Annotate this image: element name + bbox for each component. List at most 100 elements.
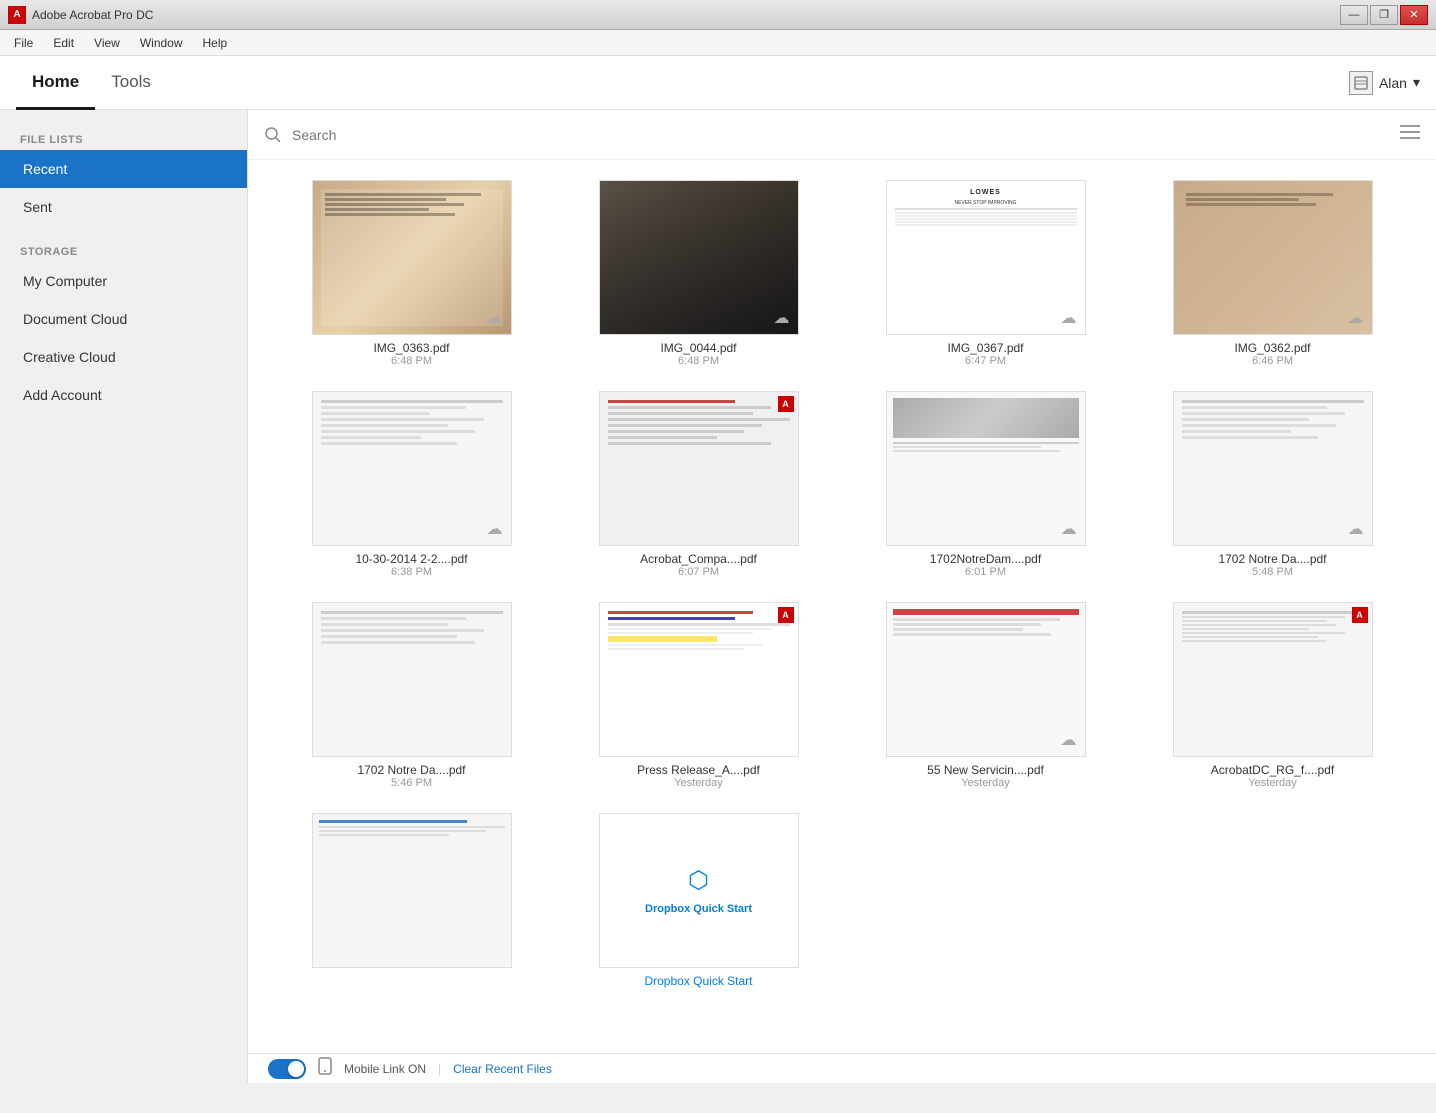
file-name: 1702NotreDam....pdf — [930, 552, 1041, 566]
close-button[interactable]: ✕ — [1400, 5, 1428, 25]
list-view-icon[interactable] — [1400, 124, 1420, 145]
sidebar-item-document-cloud[interactable]: Document Cloud — [0, 300, 247, 338]
sidebar-item-creative-cloud[interactable]: Creative Cloud — [0, 338, 247, 376]
user-icon — [1349, 71, 1373, 95]
clear-recent-files-link[interactable]: Clear Recent Files — [453, 1062, 552, 1076]
file-grid: ☁ IMG_0363.pdf 6:48 PM ☁ IMG_0044.pdf 6:… — [248, 160, 1436, 1053]
file-time: 5:48 PM — [1252, 566, 1293, 578]
searchbar — [248, 110, 1436, 160]
menu-view[interactable]: View — [84, 32, 130, 54]
separator: | — [438, 1062, 441, 1076]
file-item[interactable]: ⬡ Dropbox Quick Start Dropbox Quick Star… — [565, 813, 832, 988]
mobile-icon — [318, 1057, 332, 1080]
cloud-icon: ☁ — [487, 308, 503, 328]
file-thumbnail: ☁ — [312, 180, 512, 335]
search-icon — [264, 126, 282, 144]
file-time: 6:47 PM — [965, 355, 1006, 367]
user-chevron: ▾ — [1413, 74, 1420, 91]
file-thumbnail: A — [599, 391, 799, 546]
sidebar-item-add-account[interactable]: Add Account — [0, 376, 247, 414]
mobile-link-label: Mobile Link ON — [344, 1062, 426, 1076]
file-time: 6:48 PM — [391, 355, 432, 367]
tab-tools[interactable]: Tools — [95, 56, 167, 110]
file-time: 6:46 PM — [1252, 355, 1293, 367]
navbar: Home Tools Alan ▾ — [0, 56, 1436, 110]
file-item[interactable]: A Acrobat_Compa....pdf — [565, 391, 832, 578]
file-name: 1702 Notre Da....pdf — [1218, 552, 1326, 566]
navbar-right: Alan ▾ — [1349, 56, 1420, 109]
file-time: Yesterday — [1248, 777, 1297, 789]
cloud-icon: ☁ — [1348, 308, 1364, 328]
sidebar-item-recent[interactable]: Recent — [0, 150, 247, 188]
app-icon: A — [8, 6, 26, 24]
file-item[interactable]: LOWES NEVER STOP IMPROVING ☁ IMG_0367.pd… — [852, 180, 1119, 367]
sidebar-item-my-computer[interactable]: My Computer — [0, 262, 247, 300]
user-menu[interactable]: Alan ▾ — [1349, 71, 1420, 95]
mobile-link-toggle[interactable] — [268, 1059, 306, 1079]
file-thumbnail: ☁ — [599, 180, 799, 335]
file-item[interactable]: A AcrobatDC_RG_f....pdf — [1139, 602, 1406, 789]
file-item[interactable]: ☁ 10-30-2014 2-2....pdf 6:38 PM — [278, 391, 545, 578]
file-name: 1702 Notre Da....pdf — [357, 763, 465, 777]
cloud-icon: ☁ — [1348, 519, 1364, 539]
restore-button[interactable]: ❐ — [1370, 5, 1398, 25]
file-time: 6:48 PM — [678, 355, 719, 367]
file-thumbnail: A — [1173, 602, 1373, 757]
cloud-icon: ☁ — [1061, 730, 1077, 750]
file-name: IMG_0362.pdf — [1234, 341, 1310, 355]
cloud-icon: ☁ — [1061, 519, 1077, 539]
app-icon-letter: A — [13, 9, 20, 20]
tab-home[interactable]: Home — [16, 56, 95, 110]
bottombar: Mobile Link ON | Clear Recent Files — [248, 1053, 1436, 1083]
file-thumbnail: ☁ — [1173, 180, 1373, 335]
file-time: Yesterday — [674, 777, 723, 789]
file-time: 6:07 PM — [678, 566, 719, 578]
file-thumbnail — [312, 602, 512, 757]
file-thumbnail: ☁ — [1173, 391, 1373, 546]
file-time: 6:38 PM — [391, 566, 432, 578]
cloud-icon: ☁ — [774, 308, 790, 328]
adobe-badge: A — [778, 607, 794, 623]
main-layout: FILE LISTS Recent Sent STORAGE My Comput… — [0, 110, 1436, 1083]
search-input[interactable] — [292, 127, 1390, 143]
file-name: Dropbox Quick Start — [644, 974, 752, 988]
file-item[interactable]: ☁ 1702NotreDam....pdf 6:01 PM — [852, 391, 1119, 578]
menu-file[interactable]: File — [4, 32, 43, 54]
sidebar: FILE LISTS Recent Sent STORAGE My Comput… — [0, 110, 248, 1083]
cloud-icon: ☁ — [487, 519, 503, 539]
adobe-badge: A — [778, 396, 794, 412]
file-item[interactable]: ☁ IMG_0044.pdf 6:48 PM — [565, 180, 832, 367]
menu-help[interactable]: Help — [193, 32, 238, 54]
file-time: 6:01 PM — [965, 566, 1006, 578]
storage-label: STORAGE — [0, 238, 247, 262]
file-thumbnail: ☁ — [886, 602, 1086, 757]
file-thumbnail: ⬡ Dropbox Quick Start — [599, 813, 799, 968]
file-item[interactable]: ☁ 1702 Notre Da....pdf 5:48 PM — [1139, 391, 1406, 578]
app-title: Adobe Acrobat Pro DC — [32, 8, 1340, 22]
file-name: 55 New Servicin....pdf — [927, 763, 1044, 777]
cloud-icon: ☁ — [1061, 308, 1077, 328]
file-item[interactable]: ☁ IMG_0363.pdf 6:48 PM — [278, 180, 545, 367]
content-area: ☁ IMG_0363.pdf 6:48 PM ☁ IMG_0044.pdf 6:… — [248, 110, 1436, 1083]
file-item[interactable]: ☁ 55 New Servicin....pdf Yesterday — [852, 602, 1119, 789]
titlebar: A Adobe Acrobat Pro DC — ❐ ✕ — [0, 0, 1436, 30]
sidebar-item-sent[interactable]: Sent — [0, 188, 247, 226]
file-item[interactable]: ☁ IMG_0362.pdf 6:46 PM — [1139, 180, 1406, 367]
user-name: Alan — [1379, 75, 1407, 91]
file-thumbnail: ☁ — [886, 391, 1086, 546]
file-time: Yesterday — [961, 777, 1010, 789]
toggle-knob — [288, 1061, 304, 1077]
file-item[interactable] — [278, 813, 545, 988]
file-thumbnail: LOWES NEVER STOP IMPROVING ☁ — [886, 180, 1086, 335]
file-name: IMG_0367.pdf — [947, 341, 1023, 355]
menubar: File Edit View Window Help — [0, 30, 1436, 56]
file-item[interactable]: A Press Release_A....pdf — [565, 602, 832, 789]
menu-window[interactable]: Window — [130, 32, 193, 54]
window-controls: — ❐ ✕ — [1340, 5, 1428, 25]
file-name: 10-30-2014 2-2....pdf — [355, 552, 467, 566]
file-name: IMG_0363.pdf — [373, 341, 449, 355]
minimize-button[interactable]: — — [1340, 5, 1368, 25]
file-item[interactable]: 1702 Notre Da....pdf 5:46 PM — [278, 602, 545, 789]
menu-edit[interactable]: Edit — [43, 32, 84, 54]
file-name: Press Release_A....pdf — [637, 763, 760, 777]
